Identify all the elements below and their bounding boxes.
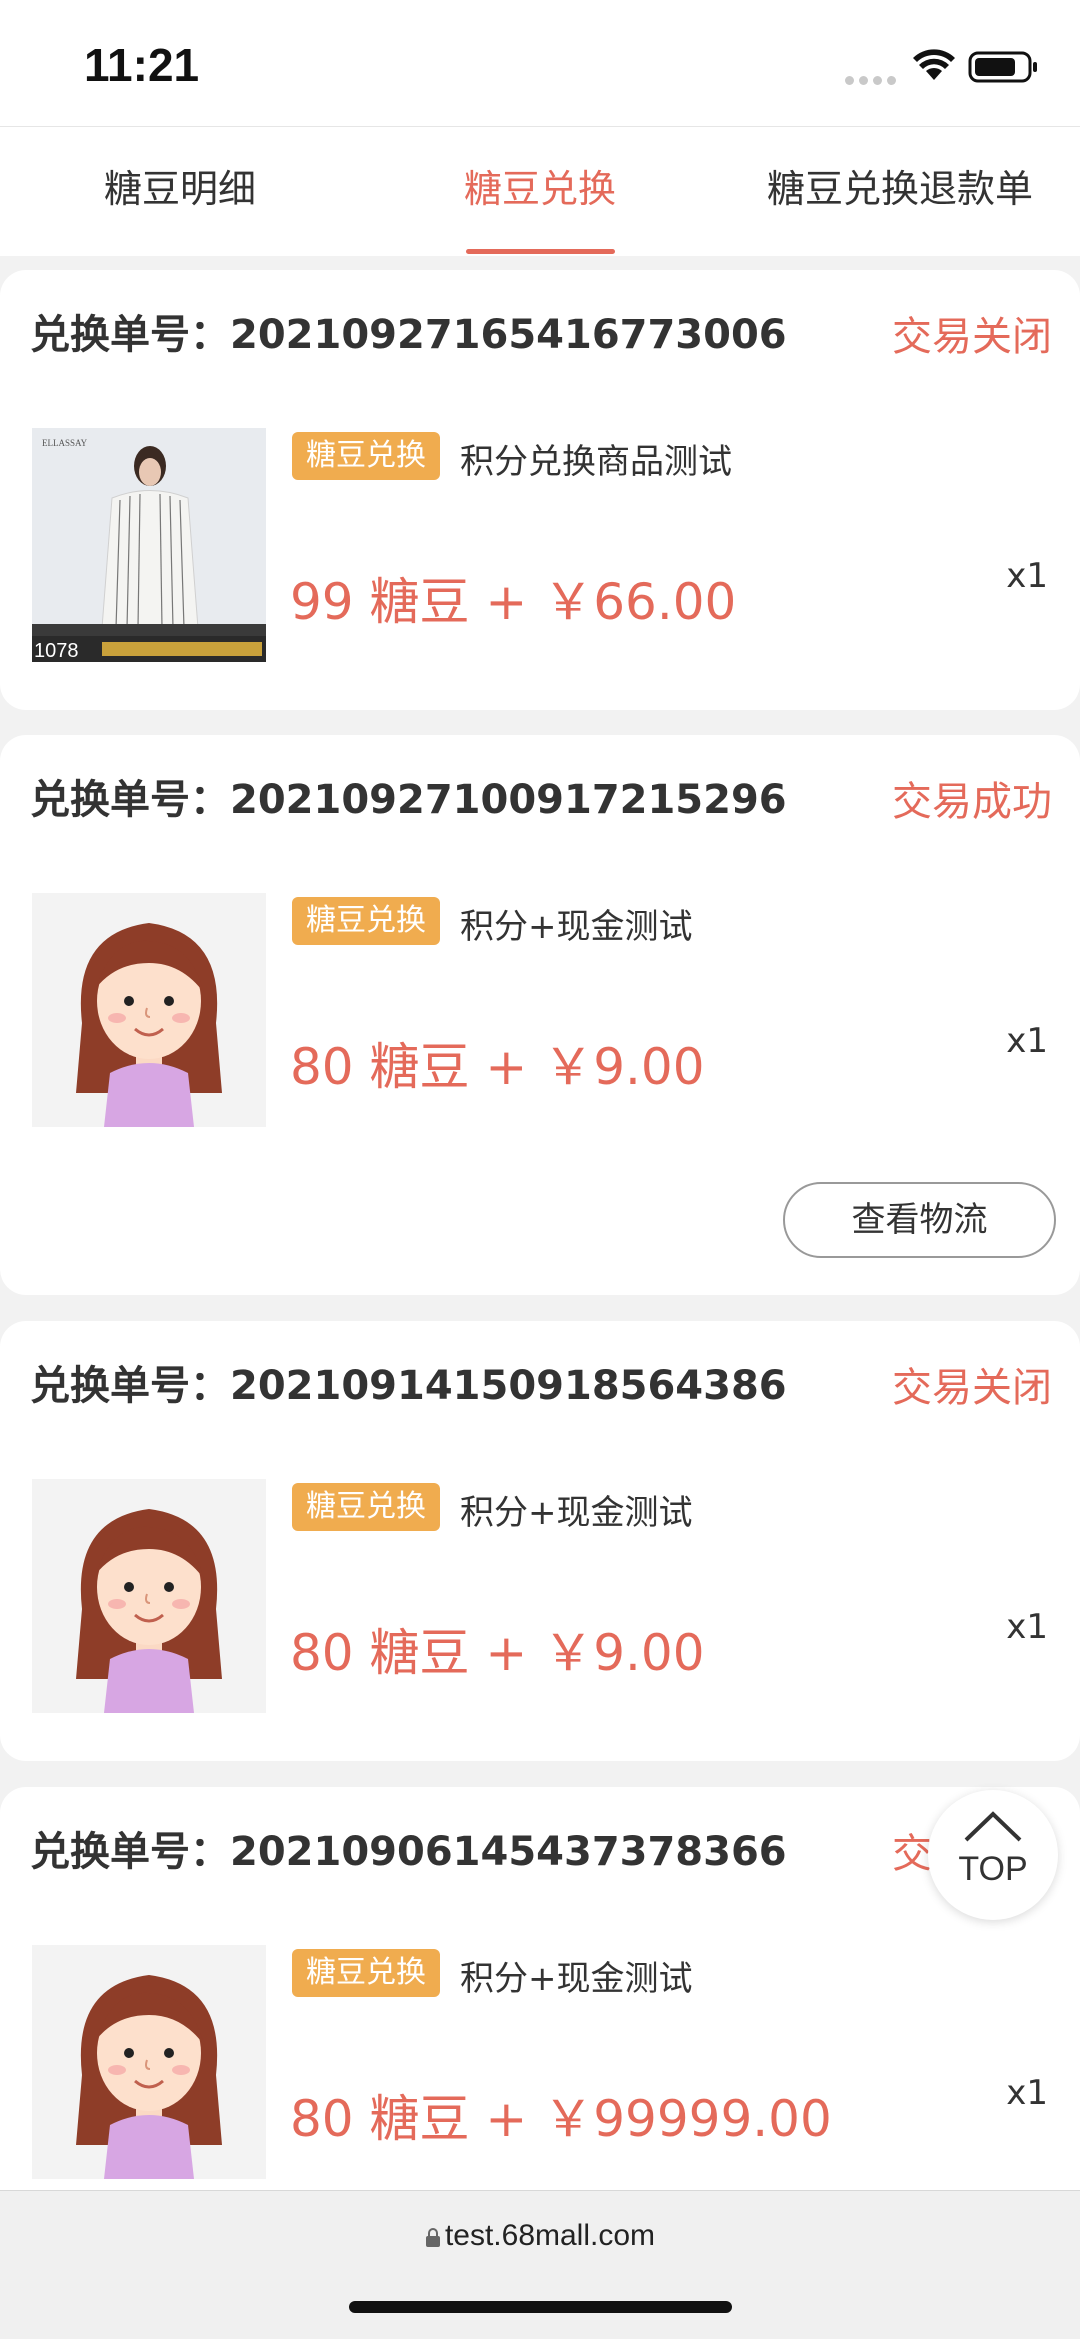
exchange-badge: 糖豆兑换 bbox=[292, 1483, 440, 1531]
exchange-badge: 糖豆兑换 bbox=[292, 432, 440, 480]
back-to-top-button[interactable]: TOP bbox=[928, 1790, 1058, 1920]
order-number: 兑换单号：20210927165416773006 bbox=[30, 312, 787, 358]
browser-bottom-bar: test.68mall.com bbox=[0, 2190, 1080, 2339]
exchange-badge: 糖豆兑换 bbox=[292, 897, 440, 945]
address-bar[interactable]: test.68mall.com bbox=[0, 2219, 1080, 2253]
product-price: 80 糖豆 + ￥99999.00 bbox=[290, 2090, 832, 2148]
product-price: 80 糖豆 + ￥9.00 bbox=[290, 1624, 705, 1682]
product-name[interactable]: 积分+现金测试 bbox=[460, 899, 693, 948]
order-number: 兑换单号：20210927100917215296 bbox=[30, 777, 787, 823]
chevron-up-icon bbox=[964, 1811, 1022, 1842]
product-name[interactable]: 积分+现金测试 bbox=[460, 1485, 693, 1534]
view-logistics-button[interactable]: 查看物流 bbox=[783, 1182, 1056, 1258]
signal-icon bbox=[845, 70, 901, 89]
clothing-photo-image: ELLASSAY 1078 bbox=[32, 428, 266, 662]
active-tab-indicator bbox=[466, 249, 615, 254]
product-quantity: x1 bbox=[1006, 556, 1048, 596]
tab-exchange-refund[interactable]: 糖豆兑换退款单 bbox=[720, 127, 1080, 257]
product-thumbnail[interactable]: ELLASSAY 1078 bbox=[32, 428, 266, 662]
lock-icon bbox=[425, 2228, 440, 2247]
thumb-price-text: 1078 bbox=[34, 640, 79, 662]
back-to-top-label: TOP bbox=[958, 1850, 1028, 1888]
status-bar: 11:21 bbox=[0, 0, 1080, 126]
product-price: 80 糖豆 + ￥9.00 bbox=[290, 1038, 705, 1096]
order-card[interactable]: 兑换单号：20210927100917215296 交易成功 糖豆兑换 积分+现… bbox=[0, 735, 1080, 1295]
product-thumbnail[interactable] bbox=[32, 893, 266, 1127]
tab-candy-exchange[interactable]: 糖豆兑换 bbox=[360, 127, 720, 257]
tab-candy-detail[interactable]: 糖豆明细 bbox=[0, 127, 360, 257]
tab-bar: 糖豆明细 糖豆兑换 糖豆兑换退款单 bbox=[0, 126, 1080, 256]
order-number: 兑换单号：20210906145437378366 bbox=[30, 1829, 787, 1875]
url-text: test.68mall.com bbox=[444, 2219, 656, 2252]
status-time: 11:21 bbox=[84, 39, 200, 91]
order-status: 交易关闭 bbox=[892, 1365, 1052, 1411]
product-price: 99 糖豆 + ￥66.00 bbox=[290, 573, 737, 631]
product-thumbnail[interactable] bbox=[32, 1479, 266, 1713]
product-quantity: x1 bbox=[1006, 1021, 1048, 1061]
avatar-girl-image bbox=[32, 1945, 266, 2179]
exchange-badge: 糖豆兑换 bbox=[292, 1949, 440, 1997]
order-number: 兑换单号：20210914150918564386 bbox=[30, 1363, 787, 1409]
order-status: 交易关闭 bbox=[892, 314, 1052, 360]
order-card[interactable]: 兑换单号：20210927165416773006 交易关闭 ELLASSAY … bbox=[0, 270, 1080, 710]
wifi-icon bbox=[913, 49, 955, 80]
home-indicator[interactable] bbox=[349, 2301, 732, 2313]
product-quantity: x1 bbox=[1006, 2073, 1048, 2113]
avatar-girl-image bbox=[32, 893, 266, 1127]
avatar-girl-image bbox=[32, 1479, 266, 1713]
order-card[interactable]: 兑换单号：20210914150918564386 交易关闭 糖豆兑换 积分+现… bbox=[0, 1321, 1080, 1761]
svg-text:ELLASSAY: ELLASSAY bbox=[42, 438, 88, 448]
order-status: 交易成功 bbox=[892, 779, 1052, 825]
product-name[interactable]: 积分兑换商品测试 bbox=[460, 434, 732, 483]
product-quantity: x1 bbox=[1006, 1607, 1048, 1647]
product-thumbnail[interactable] bbox=[32, 1945, 266, 2179]
product-name[interactable]: 积分+现金测试 bbox=[460, 1951, 693, 2000]
order-card[interactable]: 兑换单号：20210906145437378366 交易关闭 糖豆兑换 积分+现… bbox=[0, 1787, 1080, 2227]
battery-icon bbox=[968, 51, 1037, 83]
